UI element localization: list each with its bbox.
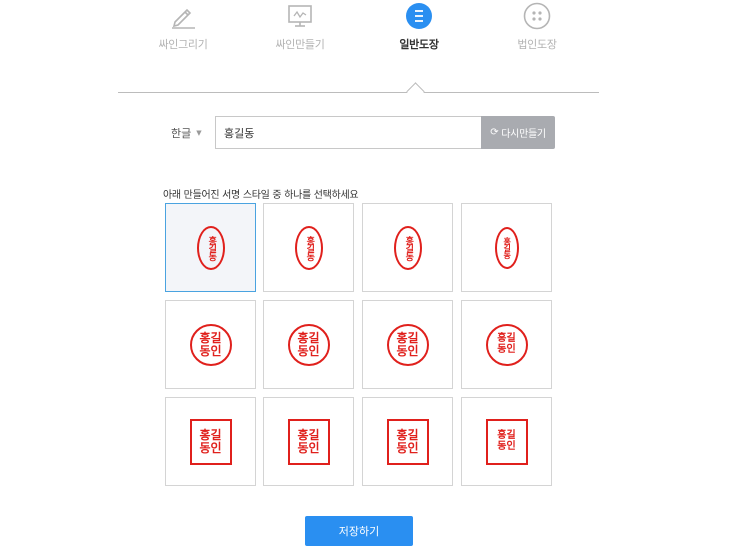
caret-down-icon: ▼ [196,129,202,137]
stamp-text: 홍길동 [206,235,217,260]
grid-seal-icon [523,2,551,30]
stamp-text: 홍길 동인 [297,330,320,358]
signature-board-icon [288,5,312,27]
stamp-preview: 홍길 동인 [287,323,330,366]
stamp-option[interactable]: 홍길 동인 [165,300,256,389]
stamp-preview: 홍길 동인 [189,323,232,366]
stamp-preview: 홍길 동인 [386,418,429,465]
stamp-text: 홍길 동인 [297,427,320,455]
stamp-option[interactable]: 홍길동 [362,203,453,292]
stamp-option[interactable]: 홍길 동인 [362,397,453,486]
stamp-preview: 홍길동 [294,225,323,270]
stamp-preview: 홍길동 [494,226,519,269]
stamp-text: 홍길동 [403,235,414,260]
refresh-icon: ⟳ [490,127,499,138]
stamp-text: 홍길 동인 [396,427,419,455]
tab-label: 싸인만들기 [275,38,325,51]
stamp-type-tabs: 싸인그리기 싸인만들기 일반도장 법인도장 [0,0,740,60]
active-tab-notch [406,82,425,101]
stamp-option[interactable]: 홍길동 [263,203,354,292]
stamp-preview: 홍길 동인 [485,323,528,366]
stamp-preview: 홍길 동인 [485,418,528,465]
stamp-text: 홍길 동인 [497,333,516,355]
tab-label: 싸인그리기 [158,38,208,51]
tab-label: 법인도장 [517,38,557,51]
stamp-text: 홍길 동인 [199,330,222,358]
stamp-text: 홍길동 [304,235,315,260]
stamp-option[interactable]: 홍길동 [165,203,256,292]
language-select-value: 한글 [171,127,192,140]
stamp-text: 홍길 동인 [199,427,222,455]
regenerate-label: 다시만들기 [501,129,546,140]
name-input[interactable] [215,116,481,149]
language-select[interactable]: 한글 ▼ [171,125,202,141]
save-button[interactable]: 저장하기 [305,516,413,546]
menu-lines-icon [406,3,432,29]
stamp-option[interactable]: 홍길 동인 [461,300,552,389]
stamp-option[interactable]: 홍길 동인 [263,397,354,486]
stamp-text: 홍길 동인 [497,430,516,452]
stamp-text: 홍길 동인 [396,330,419,358]
stamp-option[interactable]: 홍길동 [461,203,552,292]
stamp-preview: 홍길 동인 [287,418,330,465]
stamp-option[interactable]: 홍길 동인 [362,300,453,389]
stamp-option[interactable]: 홍길 동인 [165,397,256,486]
pen-icon [172,8,195,29]
stamp-preview: 홍길 동인 [386,323,429,366]
tab-label: 일반도장 [399,38,439,51]
stamp-preview: 홍길동 [196,225,225,270]
stamp-preview: 홍길동 [393,225,422,270]
stamp-text: 홍길동 [502,237,512,258]
instruction-text: 아래 만들어진 서명 스타일 중 하나를 선택하세요 [163,190,359,201]
regenerate-button[interactable]: ⟳ 다시만들기 [481,116,555,149]
stamp-preview: 홍길 동인 [189,418,232,465]
stamp-option[interactable]: 홍길 동인 [263,300,354,389]
tab-divider [118,92,599,93]
stamp-option[interactable]: 홍길 동인 [461,397,552,486]
